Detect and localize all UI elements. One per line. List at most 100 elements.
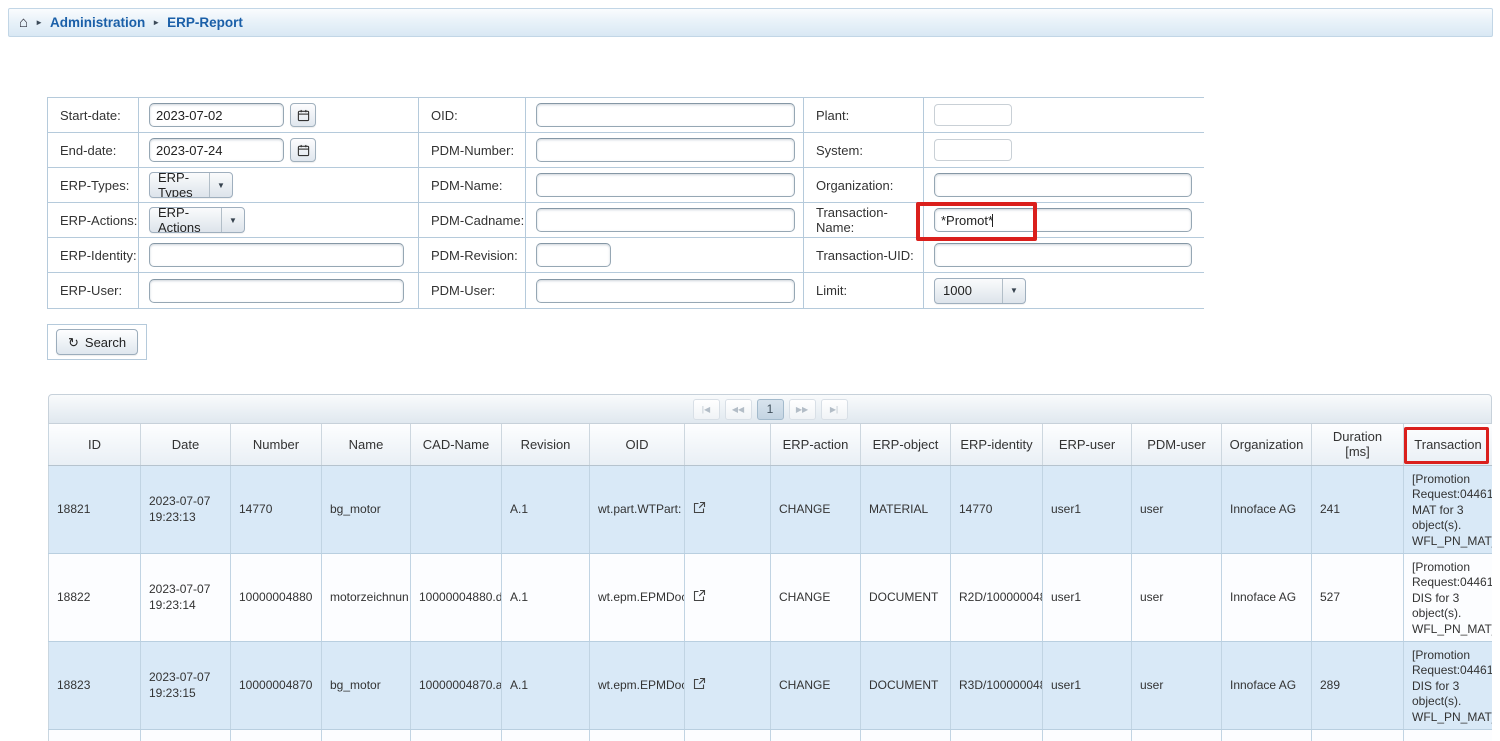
- cell-empty: [502, 729, 590, 741]
- cell-erp-object: DOCUMENT: [861, 553, 951, 641]
- start-date-label: Start-date:: [48, 98, 139, 133]
- cell-empty: [141, 729, 231, 741]
- pdm-user-field: [526, 273, 804, 308]
- breadcrumb: ⌂ ► Administration ► ERP-Report: [8, 8, 1493, 37]
- cell-pdm-user: user: [1132, 553, 1222, 641]
- cell-name: bg_motor: [322, 641, 411, 729]
- erp-identity-input[interactable]: [149, 243, 404, 267]
- cell-erp-action: CHANGE: [771, 641, 861, 729]
- end-date-input[interactable]: [149, 138, 284, 162]
- plant-input[interactable]: [934, 104, 1012, 126]
- cell-erp-object: DOCUMENT: [861, 641, 951, 729]
- oid-input[interactable]: [536, 103, 795, 127]
- cell-empty: [685, 729, 771, 741]
- cell-id: 18823: [49, 641, 141, 729]
- pdm-number-input[interactable]: [536, 138, 795, 162]
- limit-dropdown[interactable]: 1000 ▼: [934, 278, 1026, 304]
- transaction-name-label: Transaction-Name:: [804, 203, 924, 238]
- cell-oid: wt.epm.EPMDoc: [590, 553, 685, 641]
- pdm-cadname-input[interactable]: [536, 208, 795, 232]
- pdm-revision-field: [526, 238, 804, 273]
- header-duration-text: Duration [ms]: [1327, 429, 1389, 459]
- open-link-icon[interactable]: [693, 501, 706, 517]
- text-caret: [992, 214, 993, 227]
- cell-pdm-user: user: [1132, 465, 1222, 553]
- home-icon[interactable]: ⌂: [19, 15, 28, 30]
- pdm-cadname-field: [526, 203, 804, 238]
- erp-actions-field: ERP-Actions ▼: [139, 203, 419, 238]
- previous-page-button[interactable]: ◀◀: [725, 399, 752, 420]
- cell-empty: [1043, 729, 1132, 741]
- header-duration: Duration [ms]: [1312, 424, 1404, 465]
- search-button-panel: ↻ Search: [47, 324, 147, 360]
- cell-date: 2023-07-07 19:23:15: [141, 641, 231, 729]
- erp-types-label: ERP-Types:: [48, 168, 139, 203]
- cell-erp-identity: R2D/100000048: [951, 553, 1043, 641]
- erp-actions-selected-value: ERP-Actions: [150, 208, 222, 232]
- cell-transaction: [Promotion Request:04461]: MAT for 3 obj…: [1404, 465, 1493, 553]
- cell-oid: wt.part.WTPart:: [590, 465, 685, 553]
- header-date: Date: [141, 424, 231, 465]
- pdm-user-input[interactable]: [536, 279, 795, 303]
- start-date-calendar-button[interactable]: [290, 103, 316, 127]
- cell-revision: A.1: [502, 641, 590, 729]
- erp-user-input[interactable]: [149, 279, 404, 303]
- cell-empty: [49, 729, 141, 741]
- end-date-label: End-date:: [48, 133, 139, 168]
- open-link-icon[interactable]: [693, 677, 706, 693]
- chevron-down-icon: ▼: [1003, 279, 1025, 303]
- erp-types-field: ERP-Types ▼: [139, 168, 419, 203]
- pdm-revision-input[interactable]: [536, 243, 611, 267]
- open-link-icon[interactable]: [693, 589, 706, 605]
- erp-actions-dropdown[interactable]: ERP-Actions ▼: [149, 207, 245, 233]
- header-erp-user: ERP-user: [1043, 424, 1132, 465]
- header-id: ID: [49, 424, 141, 465]
- header-link: [685, 424, 771, 465]
- header-erp-action: ERP-action: [771, 424, 861, 465]
- pdm-number-label: PDM-Number:: [419, 133, 526, 168]
- next-page-icon: ▶▶: [796, 405, 808, 414]
- cell-id: 18822: [49, 553, 141, 641]
- cell-empty: [1222, 729, 1312, 741]
- cell-revision: A.1: [502, 465, 590, 553]
- calendar-icon: [297, 109, 310, 122]
- cell-number: 10000004870: [231, 641, 322, 729]
- pdm-name-label: PDM-Name:: [419, 168, 526, 203]
- breadcrumb-separator-icon: ►: [152, 19, 160, 27]
- cell-empty: [590, 729, 685, 741]
- last-page-icon: ▶|: [830, 405, 838, 414]
- next-page-button[interactable]: ▶▶: [789, 399, 816, 420]
- transaction-uid-input[interactable]: [934, 243, 1192, 267]
- start-date-input[interactable]: [149, 103, 284, 127]
- limit-selected-value: 1000: [935, 279, 1003, 303]
- erp-report-page: ⌂ ► Administration ► ERP-Report Start-da…: [0, 0, 1500, 741]
- last-page-button[interactable]: ▶|: [821, 399, 848, 420]
- pdm-name-input[interactable]: [536, 173, 795, 197]
- pdm-cadname-label: PDM-Cadname:: [419, 203, 526, 238]
- cell-empty: [951, 729, 1043, 741]
- pdm-number-field: [526, 133, 804, 168]
- table-row: 18821 2023-07-07 19:23:13 14770 bg_motor…: [49, 465, 1493, 553]
- cell-duration: 241: [1312, 465, 1404, 553]
- first-page-button[interactable]: |◀: [693, 399, 720, 420]
- table-row: 18822 2023-07-07 19:23:14 10000004880 mo…: [49, 553, 1493, 641]
- cell-organization: Innoface AG: [1222, 553, 1312, 641]
- transaction-name-input[interactable]: [934, 208, 1192, 232]
- end-date-calendar-button[interactable]: [290, 138, 316, 162]
- cell-erp-object: MATERIAL: [861, 465, 951, 553]
- header-erp-object: ERP-object: [861, 424, 951, 465]
- page-1-button[interactable]: 1: [757, 399, 784, 420]
- system-input[interactable]: [934, 139, 1012, 161]
- search-button[interactable]: ↻ Search: [56, 329, 138, 355]
- cell-link: [685, 553, 771, 641]
- cell-transaction: [Promotion Request:04461]: DIS for 3 obj…: [1404, 553, 1493, 641]
- header-number: Number: [231, 424, 322, 465]
- breadcrumb-item-administration[interactable]: Administration: [50, 15, 145, 30]
- organization-input[interactable]: [934, 173, 1192, 197]
- erp-types-dropdown[interactable]: ERP-Types ▼: [149, 172, 233, 198]
- erp-identity-label: ERP-Identity:: [48, 238, 139, 273]
- header-pdm-user: PDM-user: [1132, 424, 1222, 465]
- cell-empty: [322, 729, 411, 741]
- breadcrumb-item-erp-report[interactable]: ERP-Report: [167, 15, 243, 30]
- organization-field: [924, 168, 1204, 203]
